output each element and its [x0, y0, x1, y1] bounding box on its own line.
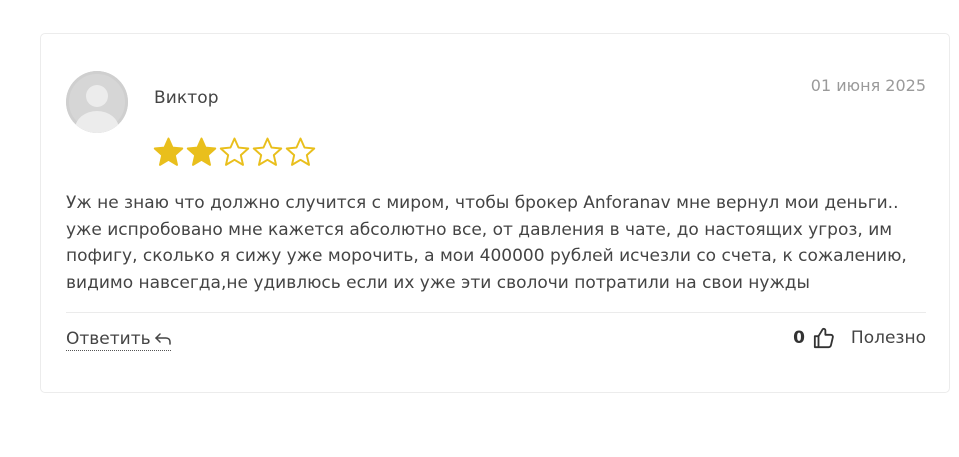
- reply-label: Ответить: [66, 329, 151, 349]
- divider: [66, 312, 926, 313]
- useful-label[interactable]: Полезно: [851, 328, 926, 348]
- star-rating: [152, 136, 317, 169]
- useful-section: 0 Полезно: [793, 327, 926, 349]
- avatar: [66, 71, 128, 133]
- star-empty-icon: [252, 137, 283, 166]
- reply-arrow-icon: [154, 333, 171, 345]
- review-date: 01 июня 2025: [810, 76, 926, 95]
- review-card: Виктор 01 июня 2025 Уж не знаю что должн…: [40, 33, 950, 393]
- review-author: Виктор: [154, 88, 219, 108]
- reply-button[interactable]: Ответить: [66, 329, 171, 351]
- star-empty-icon: [219, 137, 250, 166]
- user-placeholder-icon: [66, 71, 128, 133]
- review-text: Уж не знаю что должно случится с миром, …: [66, 193, 907, 293]
- like-count: 0: [793, 328, 805, 348]
- star-filled-icon: [153, 137, 184, 166]
- star-filled-icon: [186, 137, 217, 166]
- star-empty-icon: [285, 137, 316, 166]
- thumbs-up-icon[interactable]: [813, 327, 835, 349]
